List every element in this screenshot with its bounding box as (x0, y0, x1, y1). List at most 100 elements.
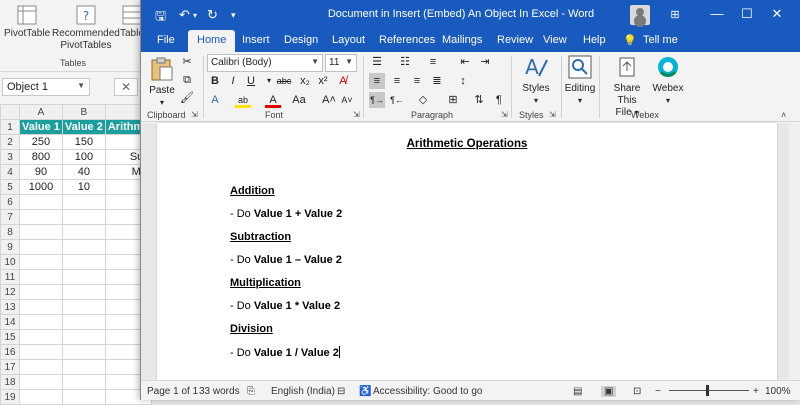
align-right-button[interactable]: ≡ (409, 73, 425, 89)
avatar[interactable] (630, 5, 650, 25)
tab-mailings[interactable]: Mailings (442, 34, 482, 46)
tab-help[interactable]: Help (583, 34, 606, 46)
vertical-scrollbar[interactable] (789, 123, 800, 380)
tab-review[interactable]: Review (497, 34, 533, 46)
shrink-font-icon[interactable]: A˅ (339, 92, 355, 108)
save-icon[interactable]: 🖫 (155, 7, 166, 29)
undo-dropdown-icon[interactable]: ▾ (193, 11, 197, 20)
tab-file[interactable]: File (157, 34, 175, 46)
tab-view[interactable]: View (543, 34, 567, 46)
macro-icon[interactable]: ⊟ (337, 386, 345, 397)
row-header[interactable]: 10 (0, 254, 20, 270)
bold-button[interactable]: B (207, 73, 223, 89)
sort-icon[interactable]: ⇅ (471, 92, 487, 108)
row-header[interactable]: 15 (0, 329, 20, 345)
paste-button[interactable]: Paste ▾ (147, 56, 177, 109)
underline-button[interactable]: U (243, 73, 259, 89)
decrease-indent-icon[interactable]: ⇤ (457, 54, 473, 70)
row-header[interactable]: 3 (0, 149, 20, 165)
row-header[interactable]: 11 (0, 269, 20, 285)
cell[interactable]: 10 (61, 179, 106, 195)
ltr-direction-icon[interactable]: ¶→ (369, 92, 385, 108)
align-center-button[interactable]: ≡ (389, 73, 405, 89)
cell[interactable]: Value 1 (19, 119, 63, 135)
web-layout-icon[interactable]: ⊡ (633, 386, 641, 397)
rtl-direction-icon[interactable]: ¶← (389, 92, 405, 108)
language[interactable]: English (India) (271, 386, 335, 397)
row-header[interactable]: 17 (0, 359, 20, 375)
maximize-icon[interactable]: ☐ (737, 6, 757, 22)
text-effects-icon[interactable]: A (207, 92, 223, 108)
bullets-icon[interactable]: ☰ (369, 54, 385, 70)
row-header[interactable]: 19 (0, 389, 20, 405)
row-header[interactable]: 16 (0, 344, 20, 360)
tab-design[interactable]: Design (284, 34, 318, 46)
row-header[interactable]: 5 (0, 179, 20, 195)
read-mode-icon[interactable]: ▤ (573, 386, 582, 397)
subscript-button[interactable]: x₂ (297, 73, 313, 89)
tab-insert[interactable]: Insert (242, 34, 270, 46)
clipboard-launcher-icon[interactable]: ⇲ (191, 110, 198, 119)
page-count[interactable]: Page 1 of 1 (147, 386, 198, 397)
row-header[interactable]: 9 (0, 239, 20, 255)
cell[interactable]: 150 (61, 134, 106, 150)
row-header[interactable]: 18 (0, 374, 20, 390)
redo-icon[interactable]: ↻ (207, 7, 218, 23)
cell[interactable]: 90 (19, 164, 63, 180)
row-header[interactable]: 4 (0, 164, 20, 180)
ribbon-display-options-icon[interactable]: ⊞ (665, 8, 685, 21)
clear-formatting-icon[interactable]: A̸ (335, 73, 351, 89)
font-size-combo[interactable]: 11 ▼ (325, 54, 357, 72)
cell[interactable]: Value 2 (61, 119, 106, 135)
collapse-ribbon-icon[interactable]: ˄ (781, 110, 786, 120)
cell[interactable]: 40 (61, 164, 106, 180)
format-painter-icon[interactable]: 🖌 (179, 90, 195, 106)
document-page[interactable]: Arithmetic Operations Addition - Do Valu… (157, 123, 777, 380)
paragraph-launcher-icon[interactable]: ⇲ (501, 110, 508, 119)
strikethrough-button[interactable]: abc (275, 73, 293, 89)
change-case-icon[interactable]: Aa (289, 92, 309, 108)
italic-button[interactable]: I (225, 73, 241, 89)
zoom-slider-thumb[interactable] (706, 385, 709, 396)
tell-me-search[interactable]: Tell me (643, 34, 678, 46)
tab-references[interactable]: References (379, 34, 435, 46)
numbering-icon[interactable]: ☷ (397, 54, 413, 70)
font-color-icon[interactable]: A (265, 92, 281, 108)
font-launcher-icon[interactable]: ⇲ (353, 110, 360, 119)
row-header[interactable]: 14 (0, 314, 20, 330)
zoom-level[interactable]: 100% (765, 386, 791, 397)
grow-font-icon[interactable]: A˄ (321, 92, 337, 108)
row-header[interactable]: 1 (0, 119, 20, 135)
row-header[interactable]: 7 (0, 209, 20, 225)
zoom-slider[interactable] (669, 390, 749, 391)
font-name-combo[interactable]: Calibri (Body) ▼ (207, 54, 323, 72)
zoom-in-icon[interactable]: + (753, 386, 759, 397)
tab-home[interactable]: Home (188, 30, 236, 52)
align-left-button[interactable]: ≡ (369, 73, 385, 89)
close-icon[interactable]: ✕ (767, 6, 787, 22)
justify-button[interactable]: ≣ (429, 73, 445, 89)
column-header-b[interactable]: B (61, 104, 106, 120)
minimize-icon[interactable]: — (707, 6, 727, 21)
increase-indent-icon[interactable]: ⇥ (477, 54, 493, 70)
recommended-pivottables-button[interactable]: ? Recommended PivotTables (52, 4, 120, 52)
accessibility-status[interactable]: Accessibility: Good to go (373, 386, 483, 397)
cell[interactable]: 1000 (19, 179, 63, 195)
select-all-corner[interactable] (0, 104, 20, 120)
row-header[interactable]: 8 (0, 224, 20, 240)
name-box[interactable]: Object 1 ▼ (2, 78, 90, 96)
cell[interactable]: 100 (61, 149, 106, 165)
undo-icon[interactable]: ↶ (179, 7, 190, 23)
superscript-button[interactable]: x² (315, 73, 331, 89)
styles-launcher-icon[interactable]: ⇲ (549, 110, 556, 119)
webex-button[interactable]: Webex ▾ (651, 54, 685, 107)
cut-icon[interactable]: ✂ (179, 54, 195, 70)
highlight-color-icon[interactable]: ab (235, 92, 251, 108)
customize-quick-access-icon[interactable]: ▾ (231, 10, 236, 21)
shading-icon[interactable]: ◇ (415, 92, 431, 108)
multilevel-list-icon[interactable]: ≡ (425, 54, 441, 70)
borders-icon[interactable]: ⊞ (445, 92, 461, 108)
cell[interactable]: 800 (19, 149, 63, 165)
row-header[interactable]: 6 (0, 194, 20, 210)
row-header[interactable]: 12 (0, 284, 20, 300)
